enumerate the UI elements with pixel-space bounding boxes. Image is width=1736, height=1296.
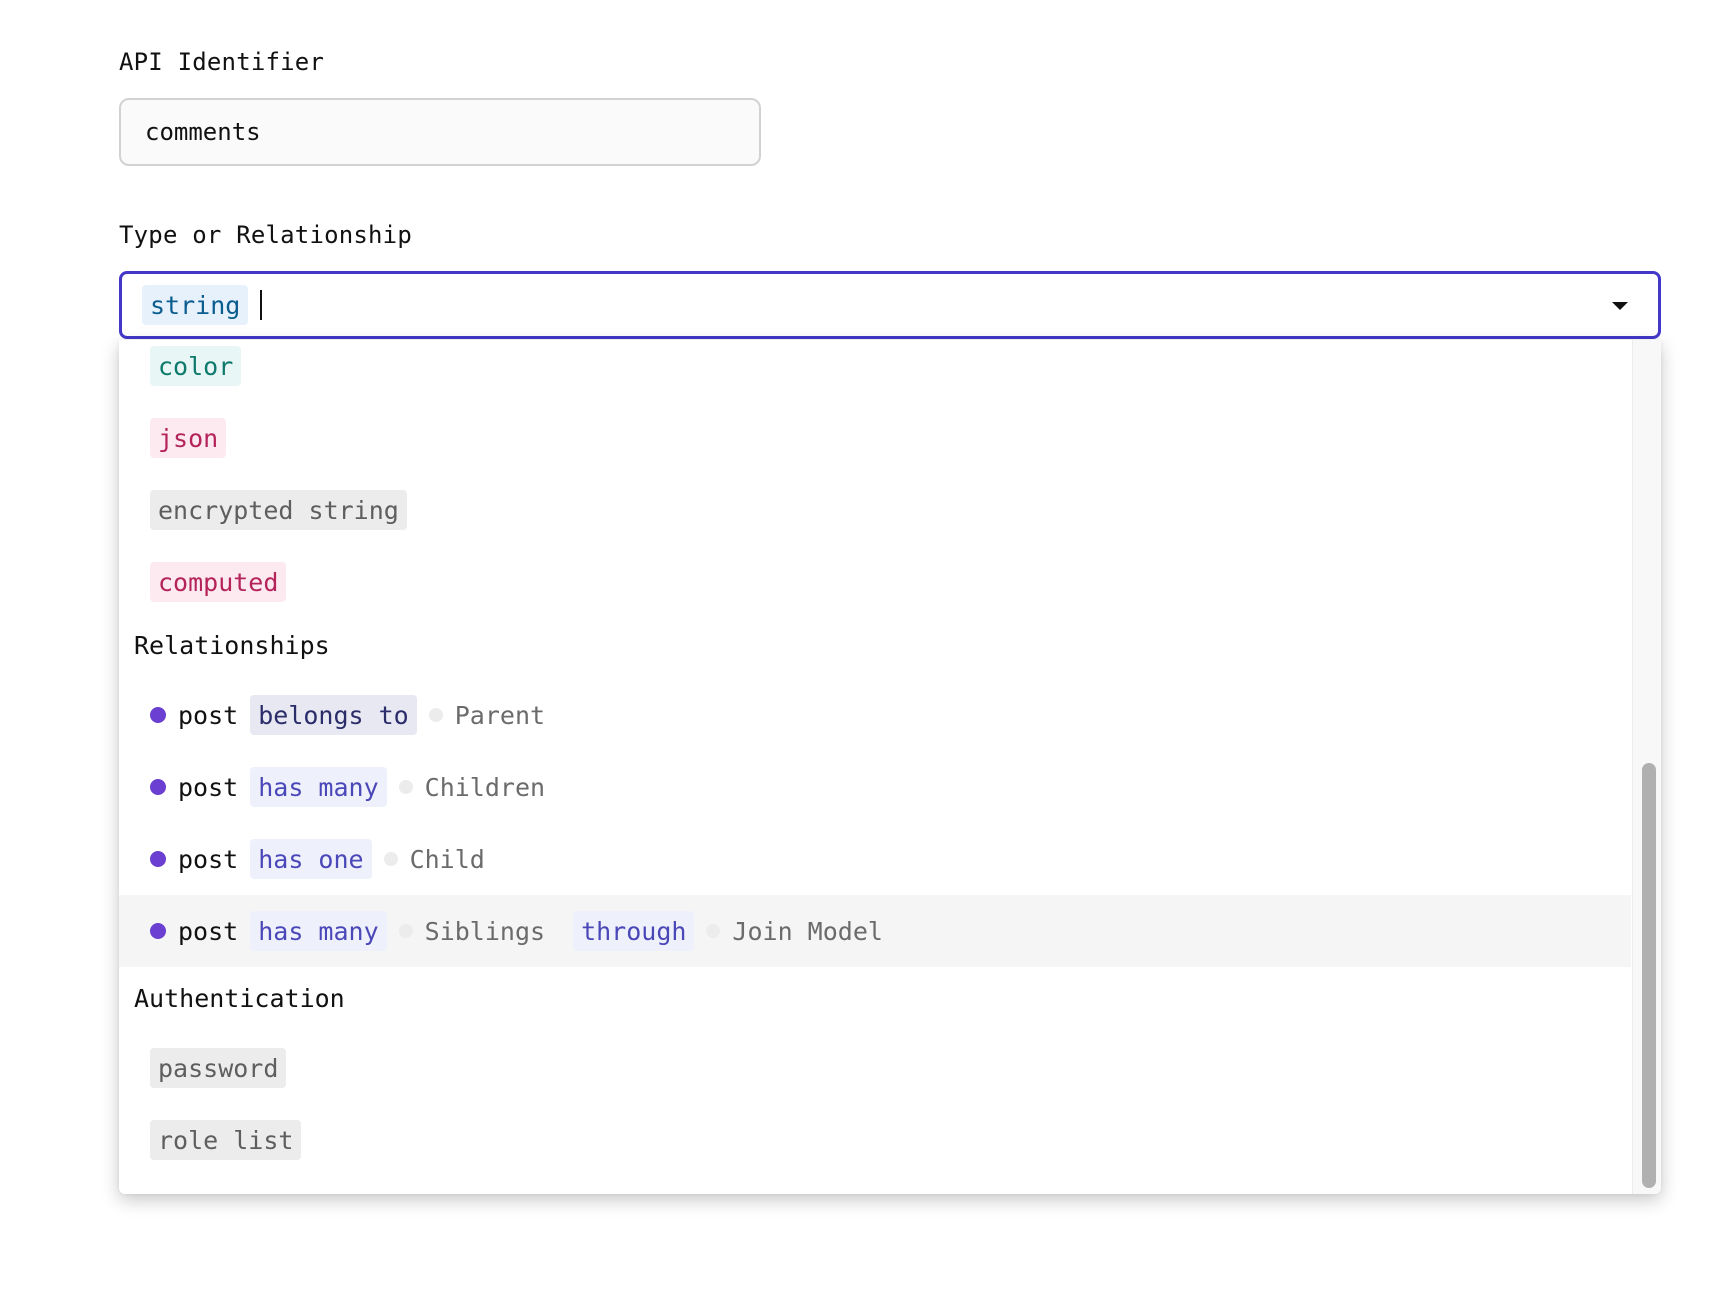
role-label: Parent	[454, 700, 546, 730]
option-encrypted-string[interactable]: encrypted string	[119, 474, 1631, 546]
selected-type-chip: string	[142, 285, 249, 325]
relation-chip: has many	[250, 767, 387, 807]
join-label: Join Model	[732, 916, 883, 946]
through-chip: through	[573, 911, 695, 951]
role-dot	[398, 780, 413, 794]
relation-chip: has one	[250, 839, 372, 879]
model-name: post	[178, 772, 239, 802]
option-has-many[interactable]: post has many Children	[119, 751, 1631, 823]
authentication-heading: Authentication	[134, 984, 345, 1013]
model-name: post	[178, 700, 239, 730]
role-dot	[428, 708, 443, 722]
model-dot	[150, 779, 166, 795]
join-dot	[706, 924, 721, 938]
model-name: post	[178, 916, 239, 946]
model-name: post	[178, 844, 239, 874]
relation-chip: belongs to	[250, 695, 417, 735]
scrollbar-thumb[interactable]	[1642, 763, 1656, 1188]
text-caret	[260, 290, 263, 320]
option-has-many-through[interactable]: post has many Siblings through Join Mode…	[119, 895, 1631, 967]
options-menu: color json encrypted string computed Rel…	[119, 340, 1661, 1194]
api-identifier-label: API Identifier	[119, 48, 325, 76]
option-belongs-to[interactable]: post belongs to Parent	[119, 679, 1631, 751]
model-dot	[150, 851, 166, 867]
option-color[interactable]: color	[119, 340, 1631, 402]
role-label: Children	[424, 772, 546, 802]
model-dot	[150, 707, 166, 723]
role-dot	[383, 852, 398, 866]
relation-chip: has many	[250, 911, 387, 951]
relationships-heading: Relationships	[134, 631, 330, 660]
option-role-list[interactable]: role list	[119, 1104, 1631, 1176]
type-relationship-select[interactable]: string	[119, 271, 1661, 339]
option-password[interactable]: password	[119, 1032, 1631, 1104]
type-chip: encrypted string	[150, 490, 407, 530]
chevron-down-icon[interactable]	[1612, 302, 1628, 310]
api-identifier-input[interactable]	[119, 98, 761, 166]
model-dot	[150, 923, 166, 939]
role-label: Siblings	[424, 916, 546, 946]
role-dot	[398, 924, 413, 938]
option-has-one[interactable]: post has one Child	[119, 823, 1631, 895]
type-chip: role list	[150, 1120, 302, 1160]
option-computed[interactable]: computed	[119, 546, 1631, 618]
type-chip: color	[150, 346, 242, 386]
type-chip: json	[150, 418, 227, 458]
option-json[interactable]: json	[119, 402, 1631, 474]
scrollbar-track[interactable]	[1632, 340, 1661, 1194]
type-chip: password	[150, 1048, 287, 1088]
type-relationship-label: Type or Relationship	[119, 221, 412, 249]
type-chip: computed	[150, 562, 287, 602]
role-label: Child	[409, 844, 485, 874]
